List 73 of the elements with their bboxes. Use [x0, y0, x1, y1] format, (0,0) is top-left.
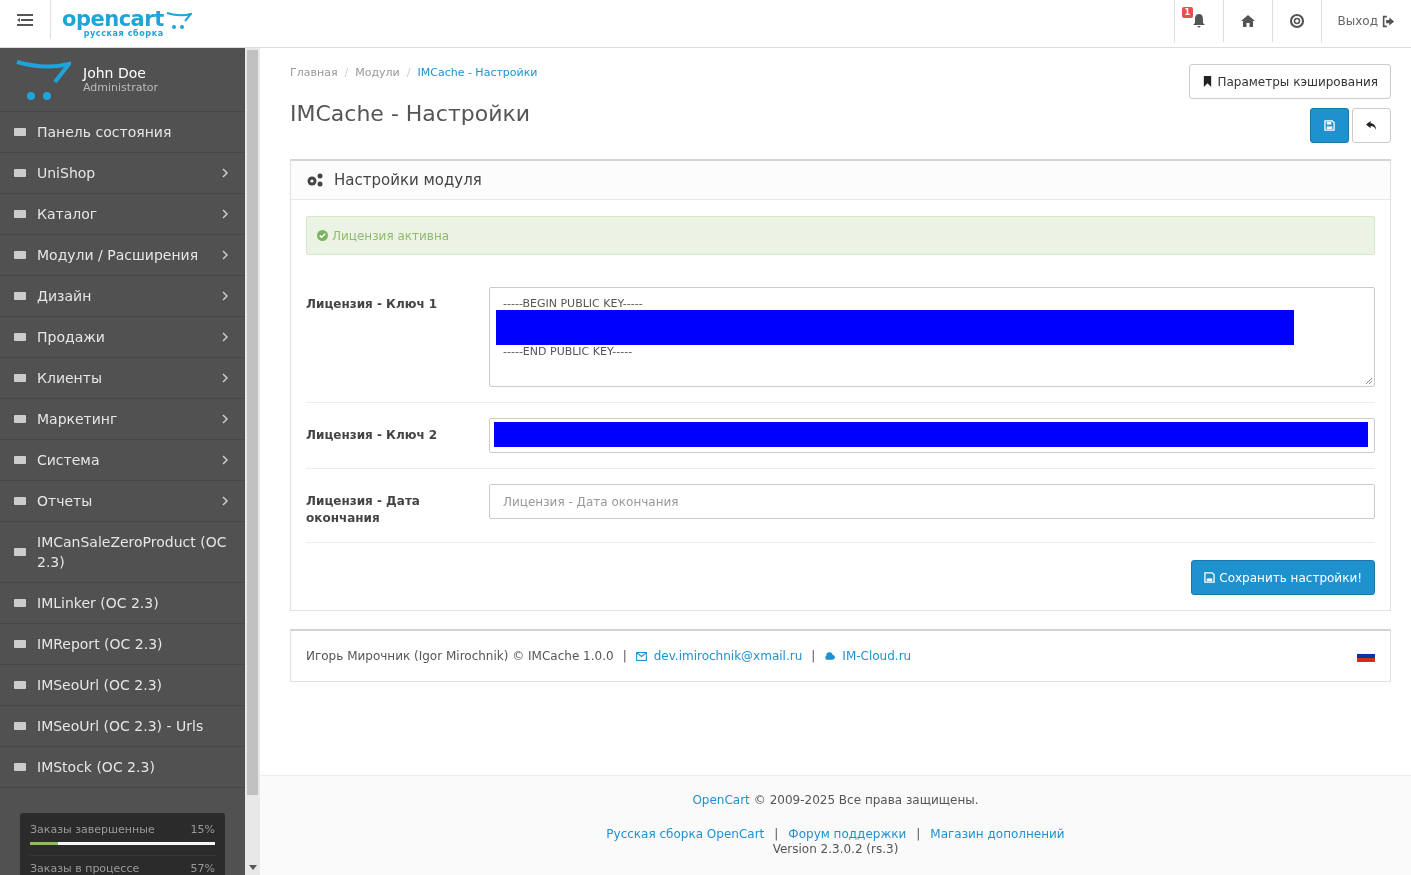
cart-logo-icon [15, 57, 71, 102]
save-icon [1324, 120, 1335, 131]
scroll-down-icon[interactable] [248, 865, 257, 871]
breadcrumb-separator: / [344, 66, 349, 79]
stat-label: Заказы завершенные [30, 823, 155, 836]
gears-icon [306, 172, 324, 188]
notification-badge: 1 [1181, 7, 1194, 18]
cloud-icon [824, 650, 836, 662]
breadcrumb-separator: / [406, 66, 411, 79]
home-icon [1239, 13, 1256, 29]
footer-link[interactable]: Русская сборка OpenCart [606, 827, 765, 841]
menu-item-icon [13, 545, 27, 559]
notifications-button[interactable]: 1 [1173, 0, 1223, 42]
stat-reading: 15% [190, 823, 215, 836]
cache-settings-button[interactable]: Параметры кэширования [1189, 64, 1391, 99]
field-label: Лицензия - Ключ 2 [306, 427, 439, 444]
email-link[interactable]: dev.imirochnik@xmail.ru [653, 649, 803, 663]
check-circle-icon [317, 230, 328, 241]
stat-reading: 57% [190, 862, 215, 875]
page-title: IMCache - Настройки [290, 101, 532, 126]
menu-item-icon [13, 289, 27, 303]
save-settings-button[interactable]: Сохранить настройки! [1191, 560, 1375, 595]
separator: | [916, 827, 921, 841]
key-input[interactable] [489, 418, 1375, 453]
menu-item-icon [13, 125, 27, 139]
bookmark-icon [1202, 76, 1214, 87]
menu-icon[interactable] [17, 13, 33, 26]
field-label: Лицензия - Ключ 1 [306, 296, 439, 313]
logout-button[interactable]: Выход [1320, 0, 1411, 42]
footer-link[interactable]: Магазин дополнений [930, 827, 1065, 841]
menu-item-icon [13, 678, 27, 692]
envelope-icon [635, 650, 647, 662]
field-label: Лицензия - Дата окончания [306, 493, 421, 527]
menu-item-icon [13, 166, 27, 180]
site-link[interactable]: IM-Cloud.ru [842, 649, 912, 663]
menu-item-icon [13, 453, 27, 467]
menu-item-icon [13, 371, 27, 385]
save-button[interactable] [1310, 108, 1349, 143]
license-alert: Лицензия активна [306, 216, 1375, 255]
key-line: -----BEGIN PUBLIC KEY----- [502, 297, 643, 310]
key-textarea[interactable]: -----BEGIN PUBLIC KEY----- -----END PUBLIC KEY----- [489, 287, 1375, 387]
user-role: Administrator [83, 81, 158, 94]
menu-item-icon [13, 760, 27, 774]
menu-item-icon [13, 494, 27, 508]
key-line: -----END PUBLIC KEY----- [502, 345, 633, 358]
version-text: Version 2.3.0.2 (rs.3) [772, 842, 899, 856]
scrollbar-thumb[interactable] [247, 50, 258, 795]
separator: | [622, 649, 627, 663]
opencart-link[interactable]: OpenCart [692, 793, 750, 807]
menu-item-icon [13, 637, 27, 651]
copyright-text: © 2009-2025 Все права защищены. [753, 793, 979, 807]
footer-link[interactable]: Форум поддержки [788, 827, 907, 841]
menu-item-icon [13, 248, 27, 262]
panel-title: Настройки модуля [334, 171, 482, 189]
menu-item-icon [13, 207, 27, 221]
separator: | [811, 649, 816, 663]
reply-arrow-icon [1366, 120, 1377, 131]
lifebuoy-icon [1288, 13, 1305, 29]
menu-item-icon [13, 330, 27, 344]
user-name: John Doe [83, 65, 147, 81]
author-text: Игорь Мирочник (Igor Mirochnik) © IMCache 1.0.0 [306, 649, 614, 663]
breadcrumb-link[interactable]: IMCache - Настройки [417, 66, 538, 79]
save-icon [1204, 572, 1216, 583]
stat-label: Заказы в процессе [30, 862, 140, 875]
sign-out-icon [1382, 14, 1395, 28]
resize-grip-icon[interactable] [1365, 377, 1373, 385]
back-button[interactable] [1352, 108, 1391, 143]
date-input[interactable]: Лицензия - Дата окончания [489, 484, 1375, 519]
menu-item-icon [13, 719, 27, 733]
flag-icon[interactable] [1357, 650, 1375, 662]
menu-item-icon [13, 596, 27, 610]
separator: | [774, 827, 779, 841]
menu-item-icon [13, 412, 27, 426]
